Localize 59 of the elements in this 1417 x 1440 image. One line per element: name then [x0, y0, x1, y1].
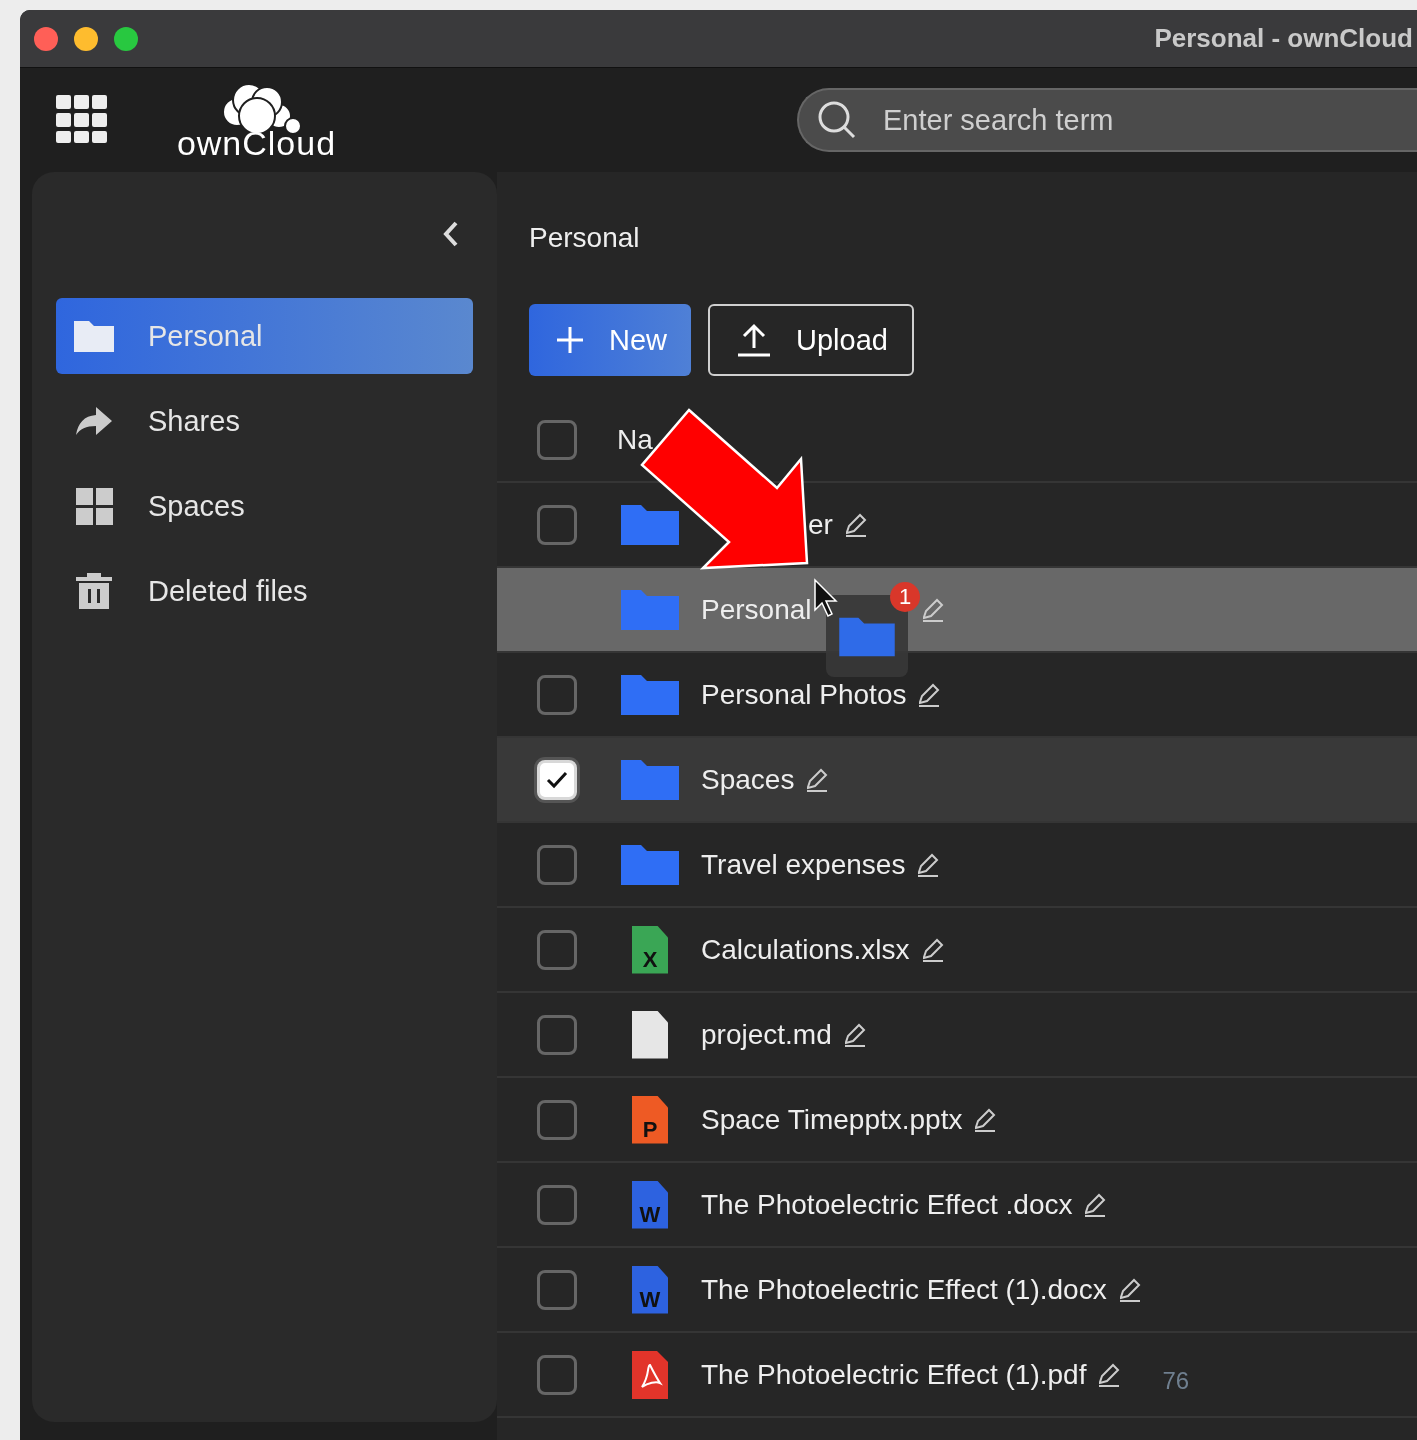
file-name[interactable]: er — [808, 508, 833, 541]
row-checkbox[interactable] — [537, 844, 577, 885]
file-name[interactable]: Calculations.xlsx — [701, 933, 910, 966]
file-type-letter: W — [639, 1202, 661, 1227]
pdf-icon — [632, 1350, 668, 1399]
row-checkbox[interactable] — [537, 674, 577, 715]
file-type-letter: P — [642, 1117, 658, 1142]
cursor-icon — [814, 578, 838, 617]
file-name[interactable]: Personal Photos — [701, 678, 907, 711]
row-checkbox[interactable] — [537, 1014, 577, 1055]
file-row[interactable]: X Calculations.xlsx — [497, 908, 1417, 993]
text-file-icon — [632, 1010, 668, 1059]
row-checkbox[interactable] — [537, 504, 577, 545]
column-header[interactable]: Na — [617, 423, 653, 456]
file-row[interactable]: project.md — [497, 993, 1417, 1078]
file-row[interactable]: P Space Timepptx.pptx — [497, 1078, 1417, 1163]
row-checkbox[interactable] — [537, 1269, 577, 1310]
window-title: Personal - ownCloud — [1154, 23, 1414, 54]
file-row[interactable]: Travel expenses — [497, 823, 1417, 908]
minimize-button[interactable] — [74, 26, 98, 51]
file-name[interactable]: Space Timepptx.pptx — [701, 1103, 963, 1136]
file-row[interactable]: W The Photoelectric Effect .docx — [497, 1163, 1417, 1248]
row-checkbox[interactable] — [537, 1354, 577, 1395]
search-field[interactable]: Enter search term — [797, 88, 1417, 152]
file-name[interactable]: The Photoelectric Effect (1).docx — [701, 1273, 1107, 1306]
file-type-letter: W — [639, 1287, 661, 1312]
sidebar-item[interactable]: Spaces — [56, 468, 473, 544]
grid-icon — [74, 486, 114, 526]
upload-icon — [736, 322, 772, 358]
row-checkbox[interactable] — [537, 929, 577, 970]
row-checkbox[interactable] — [537, 1099, 577, 1140]
sidebar-item[interactable]: Deleted files — [56, 553, 473, 629]
plus-icon — [555, 325, 585, 355]
file-name[interactable]: The Photoelectric Effect (1).pdf — [701, 1358, 1087, 1391]
search-input[interactable]: Enter search term — [881, 102, 1385, 138]
select-all-checkbox[interactable] — [537, 419, 577, 460]
file-row[interactable]: Spaces — [497, 738, 1417, 823]
breadcrumb[interactable]: Personal — [529, 222, 1417, 254]
new-button[interactable]: New — [529, 304, 691, 376]
sidebar-item[interactable]: Shares — [56, 383, 473, 459]
file-name[interactable]: Spaces — [701, 763, 795, 796]
file-name[interactable]: project.md — [701, 1018, 832, 1051]
upload-button[interactable]: Upload — [708, 304, 914, 376]
zoom-button[interactable] — [114, 26, 138, 51]
file-row[interactable]: W The Photoelectric Effect (1).docx — [497, 1248, 1417, 1333]
file-type-letter: X — [642, 947, 658, 972]
file-row[interactable]: The Photoelectric Effect (1).pdf 76 — [497, 1333, 1417, 1418]
search-icon — [817, 100, 857, 140]
folder-icon — [836, 615, 898, 659]
file-name[interactable]: The Photoelectric Effect .docx — [701, 1188, 1073, 1221]
file-size: 76 — [1162, 1366, 1190, 1395]
row-checkbox[interactable] — [537, 1184, 577, 1225]
file-name[interactable]: Travel expenses — [701, 848, 906, 881]
app-grid-icon[interactable] — [56, 95, 108, 145]
close-button[interactable] — [34, 26, 58, 51]
trash-icon — [74, 571, 114, 611]
logo-text: ownCloud — [176, 128, 337, 158]
file-name[interactable]: Personal — [701, 593, 812, 626]
sidebar-item[interactable]: Personal — [56, 298, 473, 374]
